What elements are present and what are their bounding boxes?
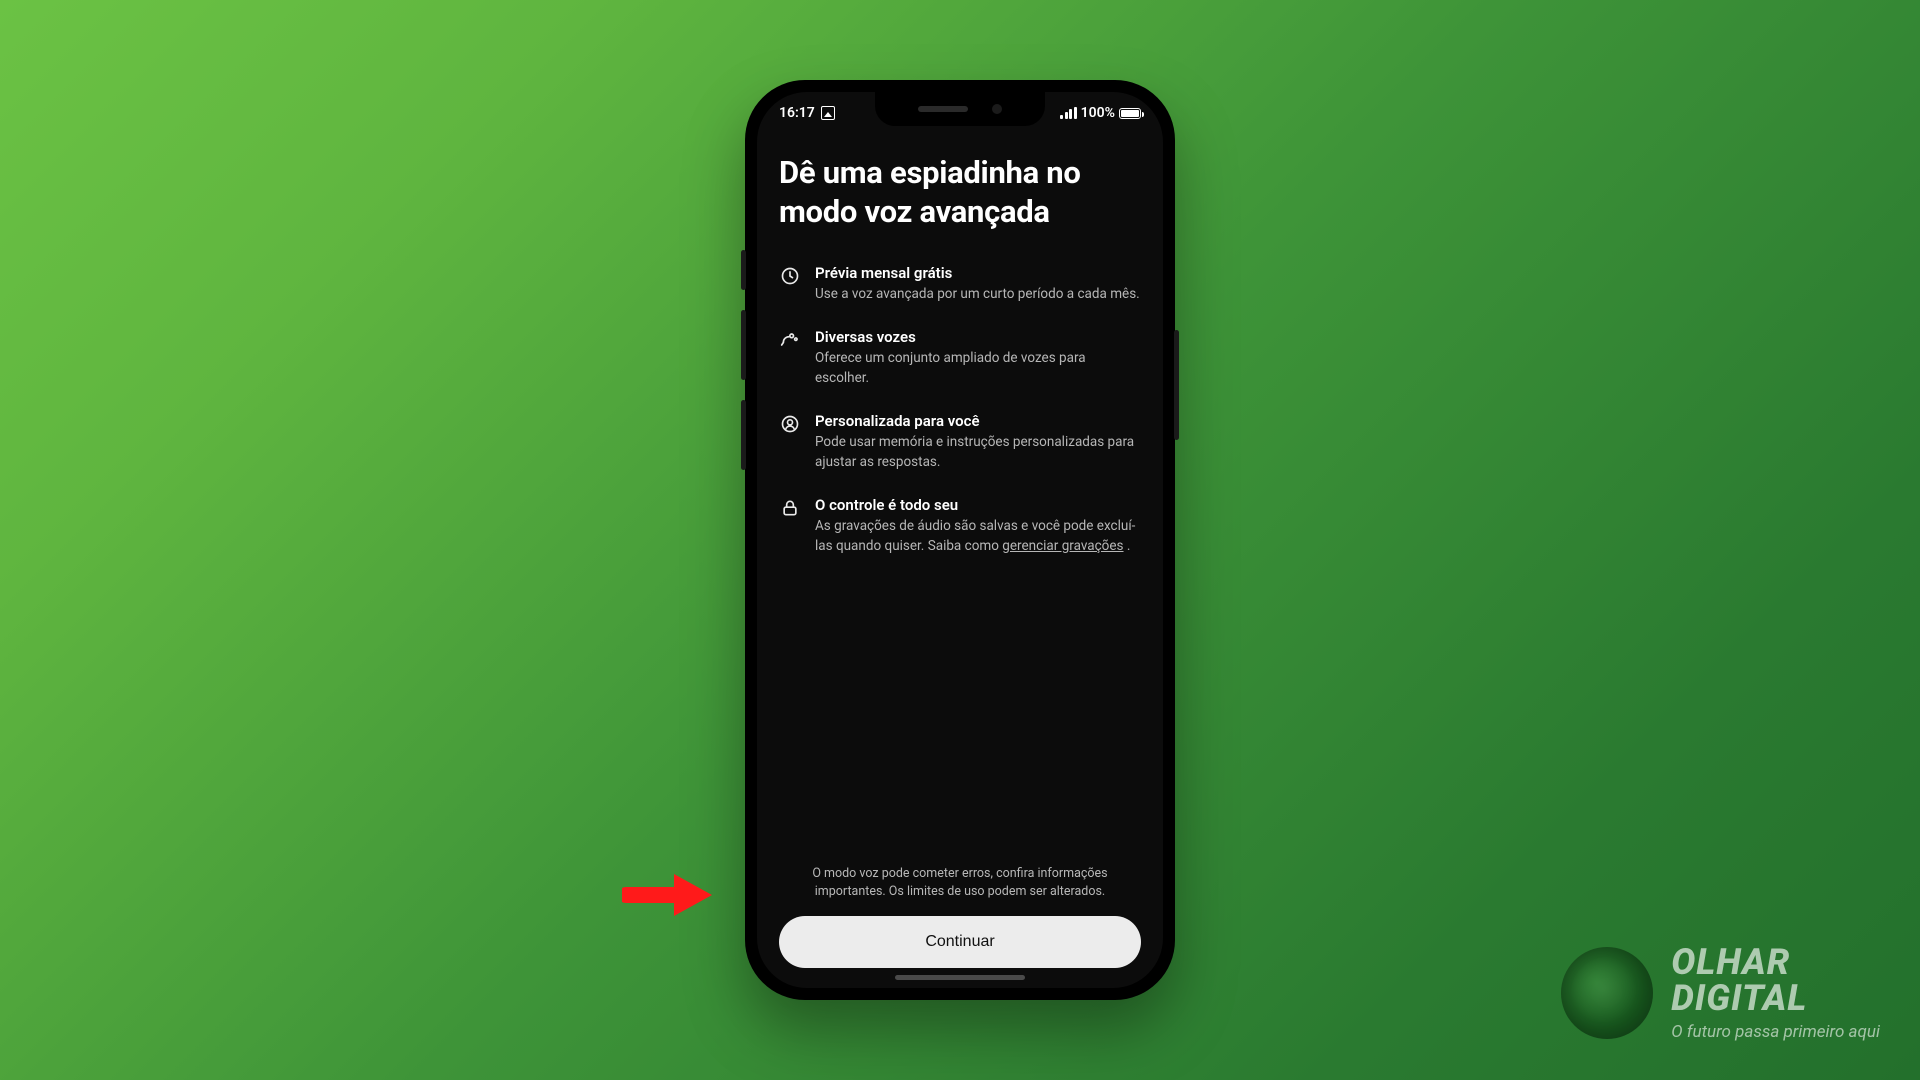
- status-time: 16:17: [779, 105, 815, 121]
- feature-desc: Pode usar memória e instruções personali…: [815, 433, 1141, 472]
- voices-icon: [779, 329, 801, 351]
- feature-desc: Use a voz avançada por um curto período …: [815, 285, 1141, 305]
- olhar-digital-text: OLHAR DIGITAL O futuro passa primeiro aq…: [1671, 944, 1880, 1042]
- disclaimer-text: O modo voz pode cometer erros, confira i…: [779, 865, 1141, 917]
- status-right: 100%: [1060, 105, 1141, 121]
- brand-line-1: OLHAR: [1671, 944, 1880, 980]
- battery-percent: 100%: [1081, 105, 1115, 121]
- phone-mute-switch: [741, 250, 746, 290]
- feature-desc: As gravações de áudio são salvas e você …: [815, 517, 1141, 556]
- feature-voices: Diversas vozes Oferece um conjunto ampli…: [779, 328, 1141, 388]
- phone-power-button: [1174, 330, 1179, 440]
- phone-front-camera: [992, 104, 1002, 114]
- phone-speaker: [918, 106, 968, 112]
- person-icon: [779, 413, 801, 435]
- lock-icon: [779, 497, 801, 519]
- feature-list: Prévia mensal grátis Use a voz avançada …: [779, 264, 1141, 557]
- feature-title: Diversas vozes: [815, 328, 1141, 346]
- status-left: 16:17: [779, 105, 835, 121]
- olhar-digital-logo-icon: [1561, 947, 1653, 1039]
- brand-line-2: DIGITAL: [1671, 980, 1880, 1016]
- manage-recordings-link[interactable]: gerenciar gravações: [1002, 538, 1123, 554]
- feature-personalized: Personalizada para você Pode usar memóri…: [779, 412, 1141, 472]
- feature-control: O controle é todo seu As gravações de áu…: [779, 496, 1141, 556]
- phone-mockup: 16:17 100% Dê uma espiadinha no modo voz…: [745, 80, 1175, 1000]
- bottom-area: O modo voz pode cometer erros, confira i…: [779, 865, 1141, 969]
- screenshot-icon: [821, 106, 835, 120]
- cell-signal-icon: [1060, 107, 1077, 119]
- feature-title: Personalizada para você: [815, 412, 1141, 430]
- brand-tagline: O futuro passa primeiro aqui: [1671, 1022, 1880, 1042]
- feature-title: Prévia mensal grátis: [815, 264, 1141, 282]
- phone-notch: [875, 92, 1045, 126]
- continue-button[interactable]: Continuar: [779, 916, 1141, 968]
- onboarding-screen: Dê uma espiadinha no modo voz avançada P…: [757, 92, 1163, 988]
- home-indicator[interactable]: [895, 975, 1025, 980]
- page-title: Dê uma espiadinha no modo voz avançada: [779, 154, 1141, 232]
- feature-monthly-preview: Prévia mensal grátis Use a voz avançada …: [779, 264, 1141, 305]
- clock-icon: [779, 265, 801, 287]
- feature-desc-text: .: [1124, 538, 1131, 554]
- feature-desc: Oferece um conjunto ampliado de vozes pa…: [815, 349, 1141, 388]
- phone-volume-up: [741, 310, 746, 380]
- battery-icon: [1119, 108, 1141, 119]
- olhar-digital-watermark: OLHAR DIGITAL O futuro passa primeiro aq…: [1561, 944, 1880, 1042]
- annotation-arrow-icon: [622, 870, 712, 920]
- feature-title: O controle é todo seu: [815, 496, 1141, 514]
- phone-volume-down: [741, 400, 746, 470]
- phone-screen: 16:17 100% Dê uma espiadinha no modo voz…: [757, 92, 1163, 988]
